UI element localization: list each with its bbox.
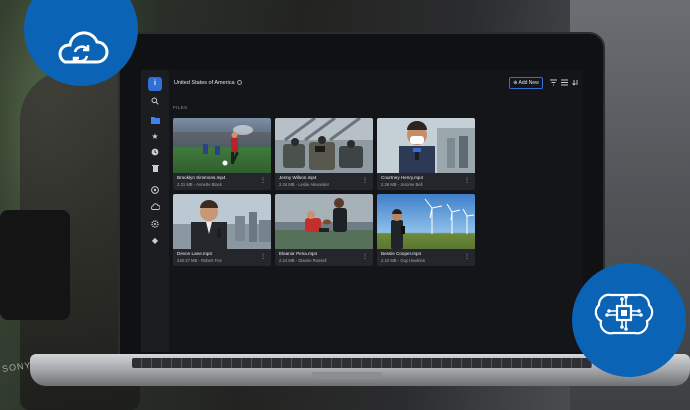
video-thumbnail [275, 194, 373, 249]
file-name: Jenny Wilson.mp4 [279, 175, 317, 180]
video-thumbnail [377, 118, 475, 173]
file-card[interactable]: Courtney Henry.mp4 2.36 MB - Jerome Bell… [377, 118, 475, 190]
more-options-icon[interactable]: ⋮ [464, 254, 470, 260]
video-thumbnail [173, 194, 271, 249]
list-view-icon[interactable] [560, 79, 568, 87]
more-options-icon[interactable]: ⋮ [260, 254, 266, 260]
sidebar-rail: i ★ ◆ [141, 70, 169, 352]
more-options-icon[interactable]: ⋮ [464, 178, 470, 184]
location-label: United States of America [174, 80, 235, 86]
file-meta: 2.22 MB - Guy Hawkins [381, 258, 425, 263]
section-label: FILES [173, 105, 188, 110]
cloud-icon[interactable] [149, 203, 161, 213]
file-name: Bessie Cooper.mp4 [381, 251, 422, 256]
file-name: Eleanor Pena.mp4 [279, 251, 318, 256]
star-icon[interactable]: ★ [149, 132, 161, 142]
laptop-screen: i ★ ◆ United States of America ⊕ Add New [141, 70, 583, 352]
info-icon[interactable] [236, 80, 242, 85]
file-card[interactable]: Bessie Cooper.mp4 2.22 MB - Guy Hawkins … [377, 194, 475, 266]
app-logo[interactable]: i [148, 77, 162, 91]
ai-brain-chip-icon [594, 293, 654, 335]
clock-icon[interactable] [149, 148, 161, 158]
video-thumbnail [377, 194, 475, 249]
file-card[interactable]: Brooklyn Simmons.mp4 2.31 MB - Annette B… [173, 118, 271, 190]
laptop-keyboard [132, 358, 592, 368]
add-new-button[interactable]: ⊕ Add New [509, 77, 543, 89]
file-meta: 2.36 MB - Jerome Bell [381, 182, 423, 187]
file-meta: 2.24 MB - Dianne Russell [279, 258, 327, 263]
trash-icon[interactable] [149, 164, 161, 174]
file-name: Devon Lane.mp4 [177, 251, 212, 256]
file-card[interactable]: Devon Lane.mp4 240.37 MB - Robert Fox ⋮ [173, 194, 271, 266]
file-meta: 2.31 MB - Annette Black [177, 182, 222, 187]
location-selector[interactable]: United States of America [174, 80, 242, 86]
search-icon[interactable] [149, 97, 161, 107]
diamond-icon[interactable]: ◆ [149, 236, 161, 246]
folder-icon[interactable] [149, 116, 161, 126]
laptop-notch [312, 372, 382, 379]
file-card[interactable]: Eleanor Pena.mp4 2.24 MB - Dianne Russel… [275, 194, 373, 266]
file-meta: 2.34 MB - Leslie Alexander [279, 182, 330, 187]
share-icon[interactable] [149, 186, 161, 196]
file-card[interactable]: Jenny Wilson.mp4 2.34 MB - Leslie Alexan… [275, 118, 373, 190]
file-meta: 240.37 MB - Robert Fox [177, 258, 222, 263]
more-options-icon[interactable]: ⋮ [362, 178, 368, 184]
video-thumbnail [275, 118, 373, 173]
file-name: Brooklyn Simmons.mp4 [177, 175, 226, 180]
more-options-icon[interactable]: ⋮ [362, 254, 368, 260]
top-bar: United States of America ⊕ Add New [169, 70, 583, 96]
sort-icon[interactable] [571, 79, 579, 87]
settings-icon[interactable] [149, 220, 161, 230]
filter-icon[interactable] [549, 79, 557, 87]
background-camera [0, 210, 70, 320]
file-name: Courtney Henry.mp4 [381, 175, 424, 180]
more-options-icon[interactable]: ⋮ [260, 178, 266, 184]
cloud-sync-icon [58, 31, 109, 64]
ai-chip-badge [572, 263, 686, 377]
video-thumbnail [173, 118, 271, 173]
